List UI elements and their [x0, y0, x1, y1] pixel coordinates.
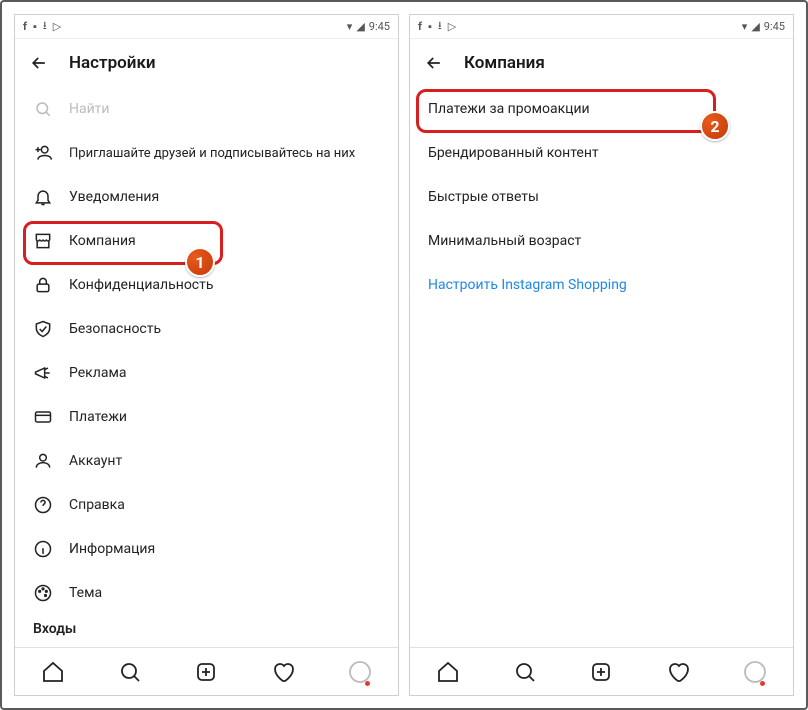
menu-label: Справка	[69, 497, 125, 513]
status-icon: ▪	[428, 20, 432, 33]
palette-icon	[33, 583, 53, 603]
menu-item-privacy[interactable]: Конфиденциальность	[15, 263, 398, 307]
phone-left: f ▪ ⭳ ▷ ▾ ◢ 9:45 Настройки Найти	[14, 14, 399, 696]
status-icon: ▪	[33, 20, 37, 33]
search-placeholder: Найти	[69, 101, 110, 117]
menu-item-help[interactable]: Справка	[15, 483, 398, 527]
profile-icon[interactable]	[348, 660, 372, 684]
search-icon	[33, 99, 53, 119]
play-icon: ▷	[53, 20, 61, 33]
menu-item-info[interactable]: Информация	[15, 527, 398, 571]
facebook-icon: f	[418, 20, 422, 33]
add-icon[interactable]	[589, 660, 613, 684]
menu-label: Приглашайте друзей и подписывайтесь на н…	[69, 146, 355, 161]
back-arrow-icon[interactable]	[424, 53, 444, 73]
person-icon	[33, 451, 53, 471]
menu-label: Быстрые ответы	[428, 189, 539, 205]
home-icon[interactable]	[436, 660, 460, 684]
wifi-icon: ▾	[742, 20, 748, 33]
header: Настройки	[15, 39, 398, 87]
search-nav-icon[interactable]	[513, 660, 537, 684]
menu-item-payments[interactable]: Платежи	[15, 395, 398, 439]
search-row[interactable]: Найти	[15, 87, 398, 131]
menu-item-branded-content[interactable]: Брендированный контент	[410, 131, 793, 175]
menu-item-quick-replies[interactable]: Быстрые ответы	[410, 175, 793, 219]
page-title: Настройки	[69, 53, 156, 73]
menu-item-notifications[interactable]: Уведомления	[15, 175, 398, 219]
card-icon	[33, 407, 53, 427]
menu-label: Платежи	[69, 409, 127, 425]
menu-label: Аккаунт	[69, 453, 122, 469]
status-bar: f ▪ ⭳ ▷ ▾ ◢ 9:45	[410, 15, 793, 39]
menu-item-security[interactable]: Безопасность	[15, 307, 398, 351]
signal-icon: ◢	[751, 20, 759, 33]
time-label: 9:45	[369, 20, 390, 33]
megaphone-icon	[33, 363, 53, 383]
heart-icon[interactable]	[666, 660, 690, 684]
heart-icon[interactable]	[271, 660, 295, 684]
menu-item-min-age[interactable]: Минимальный возраст	[410, 219, 793, 263]
menu-item-company[interactable]: Компания	[15, 219, 398, 263]
add-person-icon	[33, 143, 53, 163]
time-label: 9:45	[764, 20, 785, 33]
menu-label: Уведомления	[69, 189, 159, 205]
menu-item-shopping[interactable]: Настроить Instagram Shopping	[410, 263, 793, 307]
menu-item-theme[interactable]: Тема	[15, 571, 398, 615]
add-icon[interactable]	[194, 660, 218, 684]
signal-icon: ◢	[356, 20, 364, 33]
phone-right: f ▪ ⭳ ▷ ▾ ◢ 9:45 Компания Платежи за про…	[409, 14, 794, 696]
bell-icon	[33, 187, 53, 207]
status-bar: f ▪ ⭳ ▷ ▾ ◢ 9:45	[15, 15, 398, 39]
menu-label: Настроить Instagram Shopping	[428, 277, 627, 293]
header: Компания	[410, 39, 793, 87]
home-icon[interactable]	[41, 660, 65, 684]
company-menu: Платежи за промоакции Брендированный кон…	[410, 87, 793, 647]
menu-label: Платежи за промоакции	[428, 101, 590, 117]
menu-label: Информация	[69, 541, 155, 557]
search-nav-icon[interactable]	[118, 660, 142, 684]
download-icon: ⭳	[43, 17, 47, 36]
lock-icon	[33, 275, 53, 295]
profile-icon[interactable]	[743, 660, 767, 684]
menu-label: Тема	[69, 585, 102, 601]
play-icon: ▷	[448, 20, 456, 33]
help-icon	[33, 495, 53, 515]
download-icon: ⭳	[438, 17, 442, 36]
info-icon	[33, 539, 53, 559]
facebook-icon: f	[23, 20, 27, 33]
menu-label: Брендированный контент	[428, 145, 599, 161]
bottom-nav	[410, 647, 793, 695]
page-title: Компания	[464, 53, 545, 73]
shield-icon	[33, 319, 53, 339]
menu-item-promo-payments[interactable]: Платежи за промоакции	[410, 87, 793, 131]
menu-label: Конфиденциальность	[69, 277, 213, 293]
menu-label: Компания	[69, 233, 136, 249]
section-logins: Входы	[15, 615, 398, 641]
back-arrow-icon[interactable]	[29, 53, 49, 73]
menu-label: Безопасность	[69, 321, 161, 337]
menu-item-account[interactable]: Аккаунт	[15, 439, 398, 483]
bottom-nav	[15, 647, 398, 695]
menu-label: Реклама	[69, 365, 126, 381]
menu-item-ads[interactable]: Реклама	[15, 351, 398, 395]
menu-label: Минимальный возраст	[428, 233, 581, 249]
wifi-icon: ▾	[347, 20, 353, 33]
menu-item-invite[interactable]: Приглашайте друзей и подписывайтесь на н…	[15, 131, 398, 175]
storefront-icon	[33, 231, 53, 251]
settings-menu: Приглашайте друзей и подписывайтесь на н…	[15, 131, 398, 647]
